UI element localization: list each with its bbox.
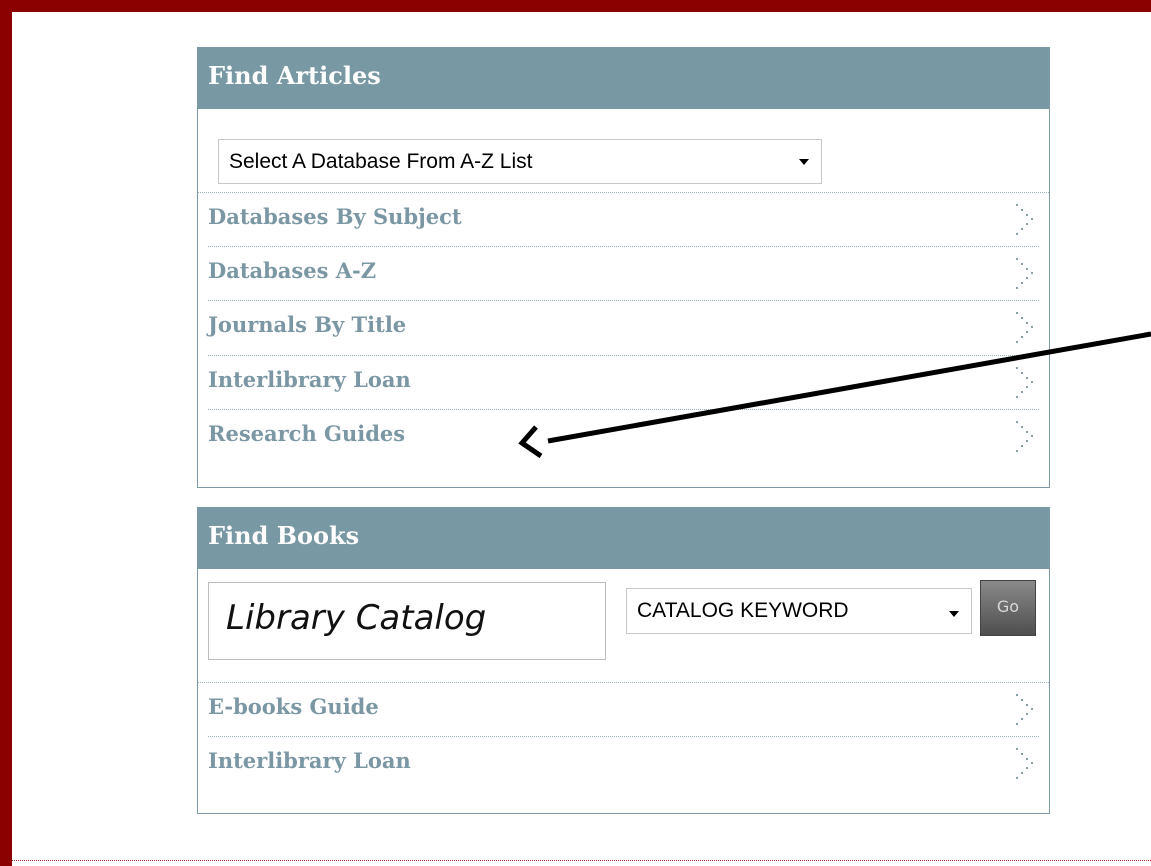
annotation-arrow: [518, 331, 1151, 459]
